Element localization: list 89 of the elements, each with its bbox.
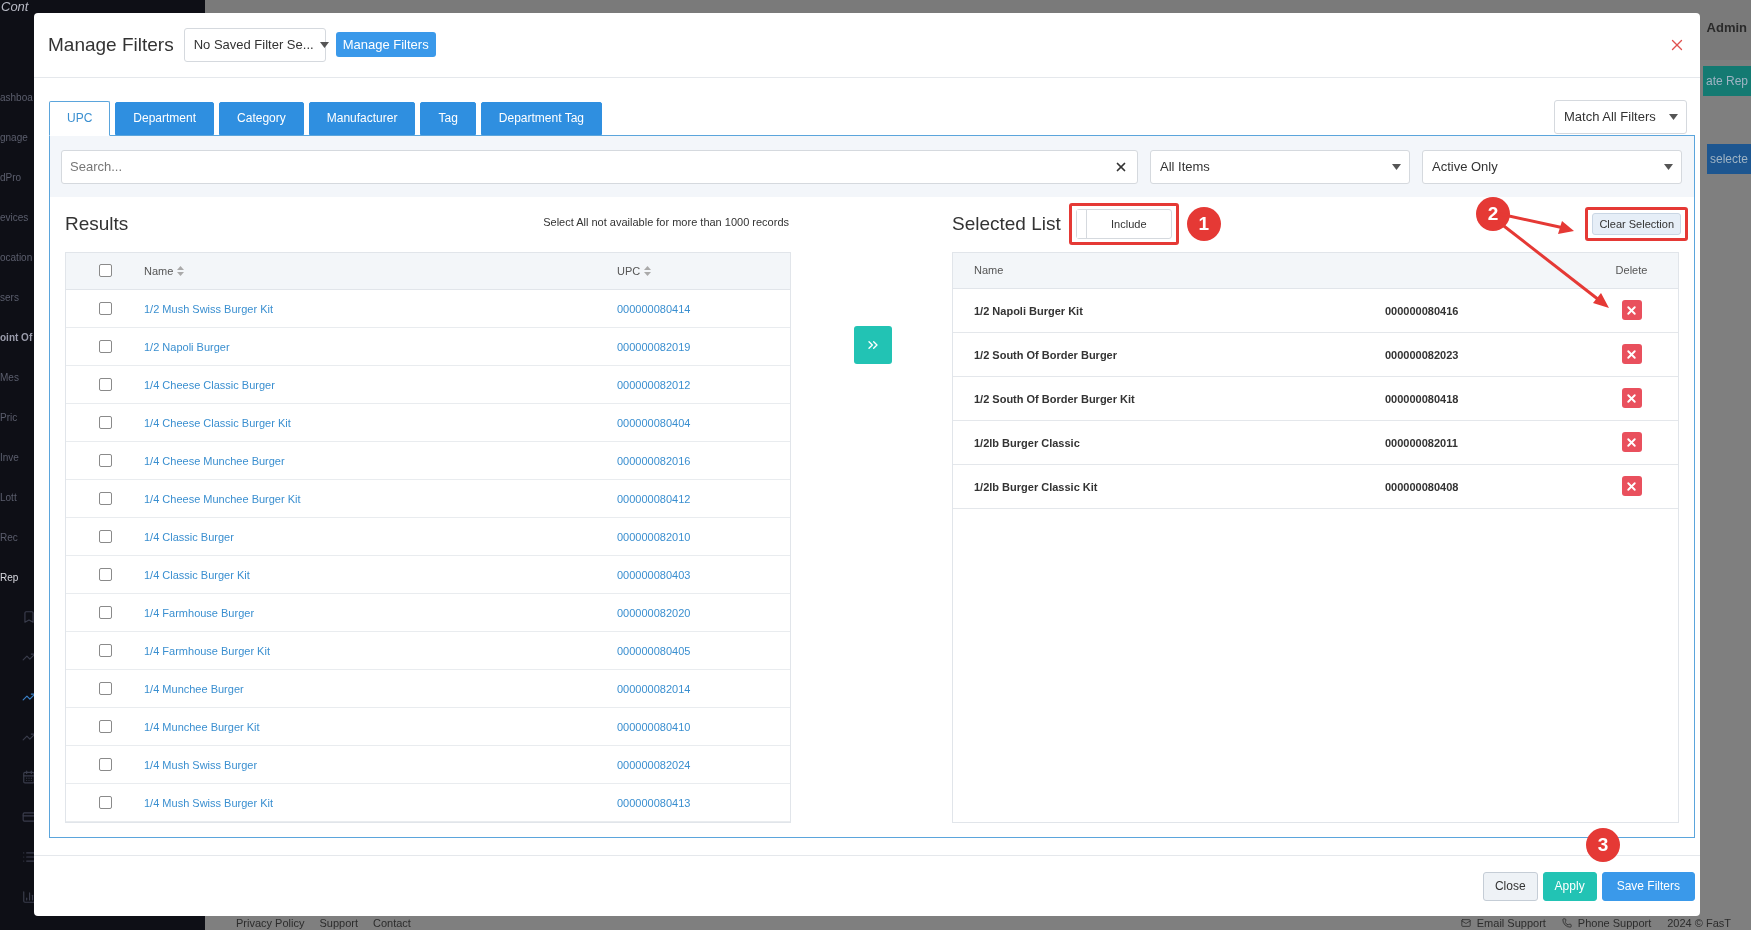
item-link[interactable]: 1/4 Classic Burger: [144, 531, 234, 544]
sidebar-section-title: oint Of: [0, 331, 33, 343]
table-cell: 1/2lb Burger Classic: [974, 437, 1080, 450]
item-link[interactable]: 1/4 Farmhouse Burger: [144, 607, 255, 620]
results-title: Results: [65, 213, 129, 236]
column-header: Delete: [1615, 264, 1649, 277]
footer-link[interactable]: Phone Support: [1577, 917, 1652, 929]
item-link[interactable]: 1/4 Munchee Burger: [144, 683, 244, 696]
upc-link[interactable]: 000000082010: [617, 531, 691, 544]
modal-title: Manage Filters: [48, 33, 174, 56]
item-link[interactable]: 1/4 Classic Burger Kit: [144, 569, 250, 582]
table-cell: 1/2 Napoli Burger Kit: [974, 305, 1083, 318]
upc-link[interactable]: 000000080413: [617, 797, 691, 810]
sidebar-item[interactable]: Rec: [0, 531, 18, 543]
page-button[interactable]: selecte: [1706, 144, 1751, 174]
upc-link[interactable]: 000000080412: [617, 493, 691, 506]
table-cell: 000000082023: [1385, 349, 1459, 362]
table-cell: 1/2lb Burger Classic Kit: [974, 481, 1098, 494]
sidebar-item[interactable]: dPro: [0, 171, 22, 183]
column-header: Name: [974, 264, 1005, 277]
upc-link[interactable]: 000000082012: [617, 379, 691, 392]
table-cell: 1/2 South Of Border Burger Kit: [974, 393, 1135, 406]
logo-text: Cont: [0, 0, 30, 13]
sidebar-item[interactable]: ashboa: [0, 91, 33, 103]
filter-select[interactable]: Active Only: [1422, 149, 1682, 184]
item-link[interactable]: 1/4 Cheese Munchee Burger: [144, 455, 285, 468]
footer-link[interactable]: Support: [319, 917, 358, 929]
item-link[interactable]: 1/4 Cheese Classic Burger Kit: [144, 417, 291, 430]
sidebar-item[interactable]: Rep: [0, 571, 19, 583]
table-cell: 000000080408: [1385, 481, 1459, 494]
table-cell: 1/2 South Of Border Burger: [974, 349, 1118, 362]
filter-select[interactable]: All Items: [1150, 149, 1410, 184]
page-button[interactable]: ate Rep: [1702, 66, 1751, 96]
upc-link[interactable]: 000000080404: [617, 417, 691, 430]
sidebar-item[interactable]: ocation: [0, 251, 33, 263]
item-link[interactable]: 1/4 Farmhouse Burger Kit: [144, 645, 270, 658]
manage-filters-button[interactable]: Manage Filters: [335, 32, 436, 58]
upc-link[interactable]: 000000082019: [617, 341, 691, 354]
clear-selection-button[interactable]: Clear Selection: [1592, 213, 1681, 236]
sidebar-item[interactable]: sers: [0, 291, 19, 303]
footer-link[interactable]: Privacy Policy: [236, 917, 305, 929]
footer-link[interactable]: Contact: [373, 917, 411, 929]
upc-link[interactable]: 000000082024: [617, 759, 691, 772]
item-link[interactable]: 1/4 Cheese Munchee Burger Kit: [144, 493, 301, 506]
upc-link[interactable]: 000000082014: [617, 683, 691, 696]
copyright-text: 2024 © FasT: [1667, 917, 1731, 929]
item-link[interactable]: 1/4 Mush Swiss Burger Kit: [144, 797, 273, 810]
close-button[interactable]: Close: [1482, 871, 1538, 901]
select-all-note: Select All not available for more than 1000 records: [543, 215, 789, 228]
apply-button[interactable]: Apply: [1542, 871, 1597, 901]
sidebar-item[interactable]: Inve: [0, 451, 19, 463]
upc-link[interactable]: 000000082020: [617, 607, 691, 620]
table-cell: 000000082011: [1385, 437, 1458, 450]
upc-link[interactable]: 000000080403: [617, 569, 691, 582]
match-select[interactable]: Match All Filters: [1554, 99, 1687, 134]
selected-list-title: Selected List: [952, 213, 1061, 236]
filter-tab[interactable]: Tag: [420, 101, 476, 135]
sidebar-item[interactable]: Lott: [0, 491, 17, 503]
item-link[interactable]: 1/2 Mush Swiss Burger Kit: [144, 303, 273, 316]
save-filters-button[interactable]: Save Filters: [1601, 871, 1695, 901]
upc-link[interactable]: 000000080414: [617, 303, 691, 316]
saved-filter-select[interactable]: No Saved Filter Se...: [183, 27, 326, 62]
item-link[interactable]: 1/4 Cheese Classic Burger: [144, 379, 275, 392]
table-cell: 000000080416: [1385, 305, 1459, 318]
item-link[interactable]: 1/2 Napoli Burger: [144, 341, 230, 354]
footer-link[interactable]: Email Support: [1476, 917, 1546, 929]
upc-link[interactable]: 000000080405: [617, 645, 691, 658]
step-badge: 1: [1186, 207, 1221, 242]
filter-tab[interactable]: Department: [115, 101, 215, 135]
include-toggle[interactable]: Include: [1075, 209, 1172, 240]
user-name[interactable]: Admin: [1706, 20, 1751, 35]
search-field[interactable]: Search...: [61, 149, 1138, 184]
filter-tab[interactable]: UPC: [49, 100, 111, 136]
column-header[interactable]: Name: [144, 264, 617, 277]
step-badge: 3: [1586, 828, 1620, 862]
sidebar-item[interactable]: Mes: [0, 371, 19, 383]
item-link[interactable]: 1/4 Mush Swiss Burger: [144, 759, 258, 772]
filter-tab[interactable]: Department Tag: [480, 101, 602, 135]
upc-link[interactable]: 000000080410: [617, 721, 691, 734]
sidebar-item[interactable]: gnage: [0, 131, 28, 143]
filter-tab[interactable]: Category: [219, 101, 304, 135]
upc-link[interactable]: 000000082016: [617, 455, 691, 468]
sidebar-item[interactable]: evices: [0, 211, 29, 223]
sidebar-item[interactable]: Pric: [0, 411, 18, 423]
table-cell: 000000080418: [1385, 393, 1459, 406]
step-badge: 2: [1476, 197, 1510, 231]
column-header[interactable]: UPC: [617, 264, 790, 277]
filter-tab[interactable]: Manufacturer: [308, 101, 416, 135]
item-link[interactable]: 1/4 Munchee Burger Kit: [144, 721, 260, 734]
